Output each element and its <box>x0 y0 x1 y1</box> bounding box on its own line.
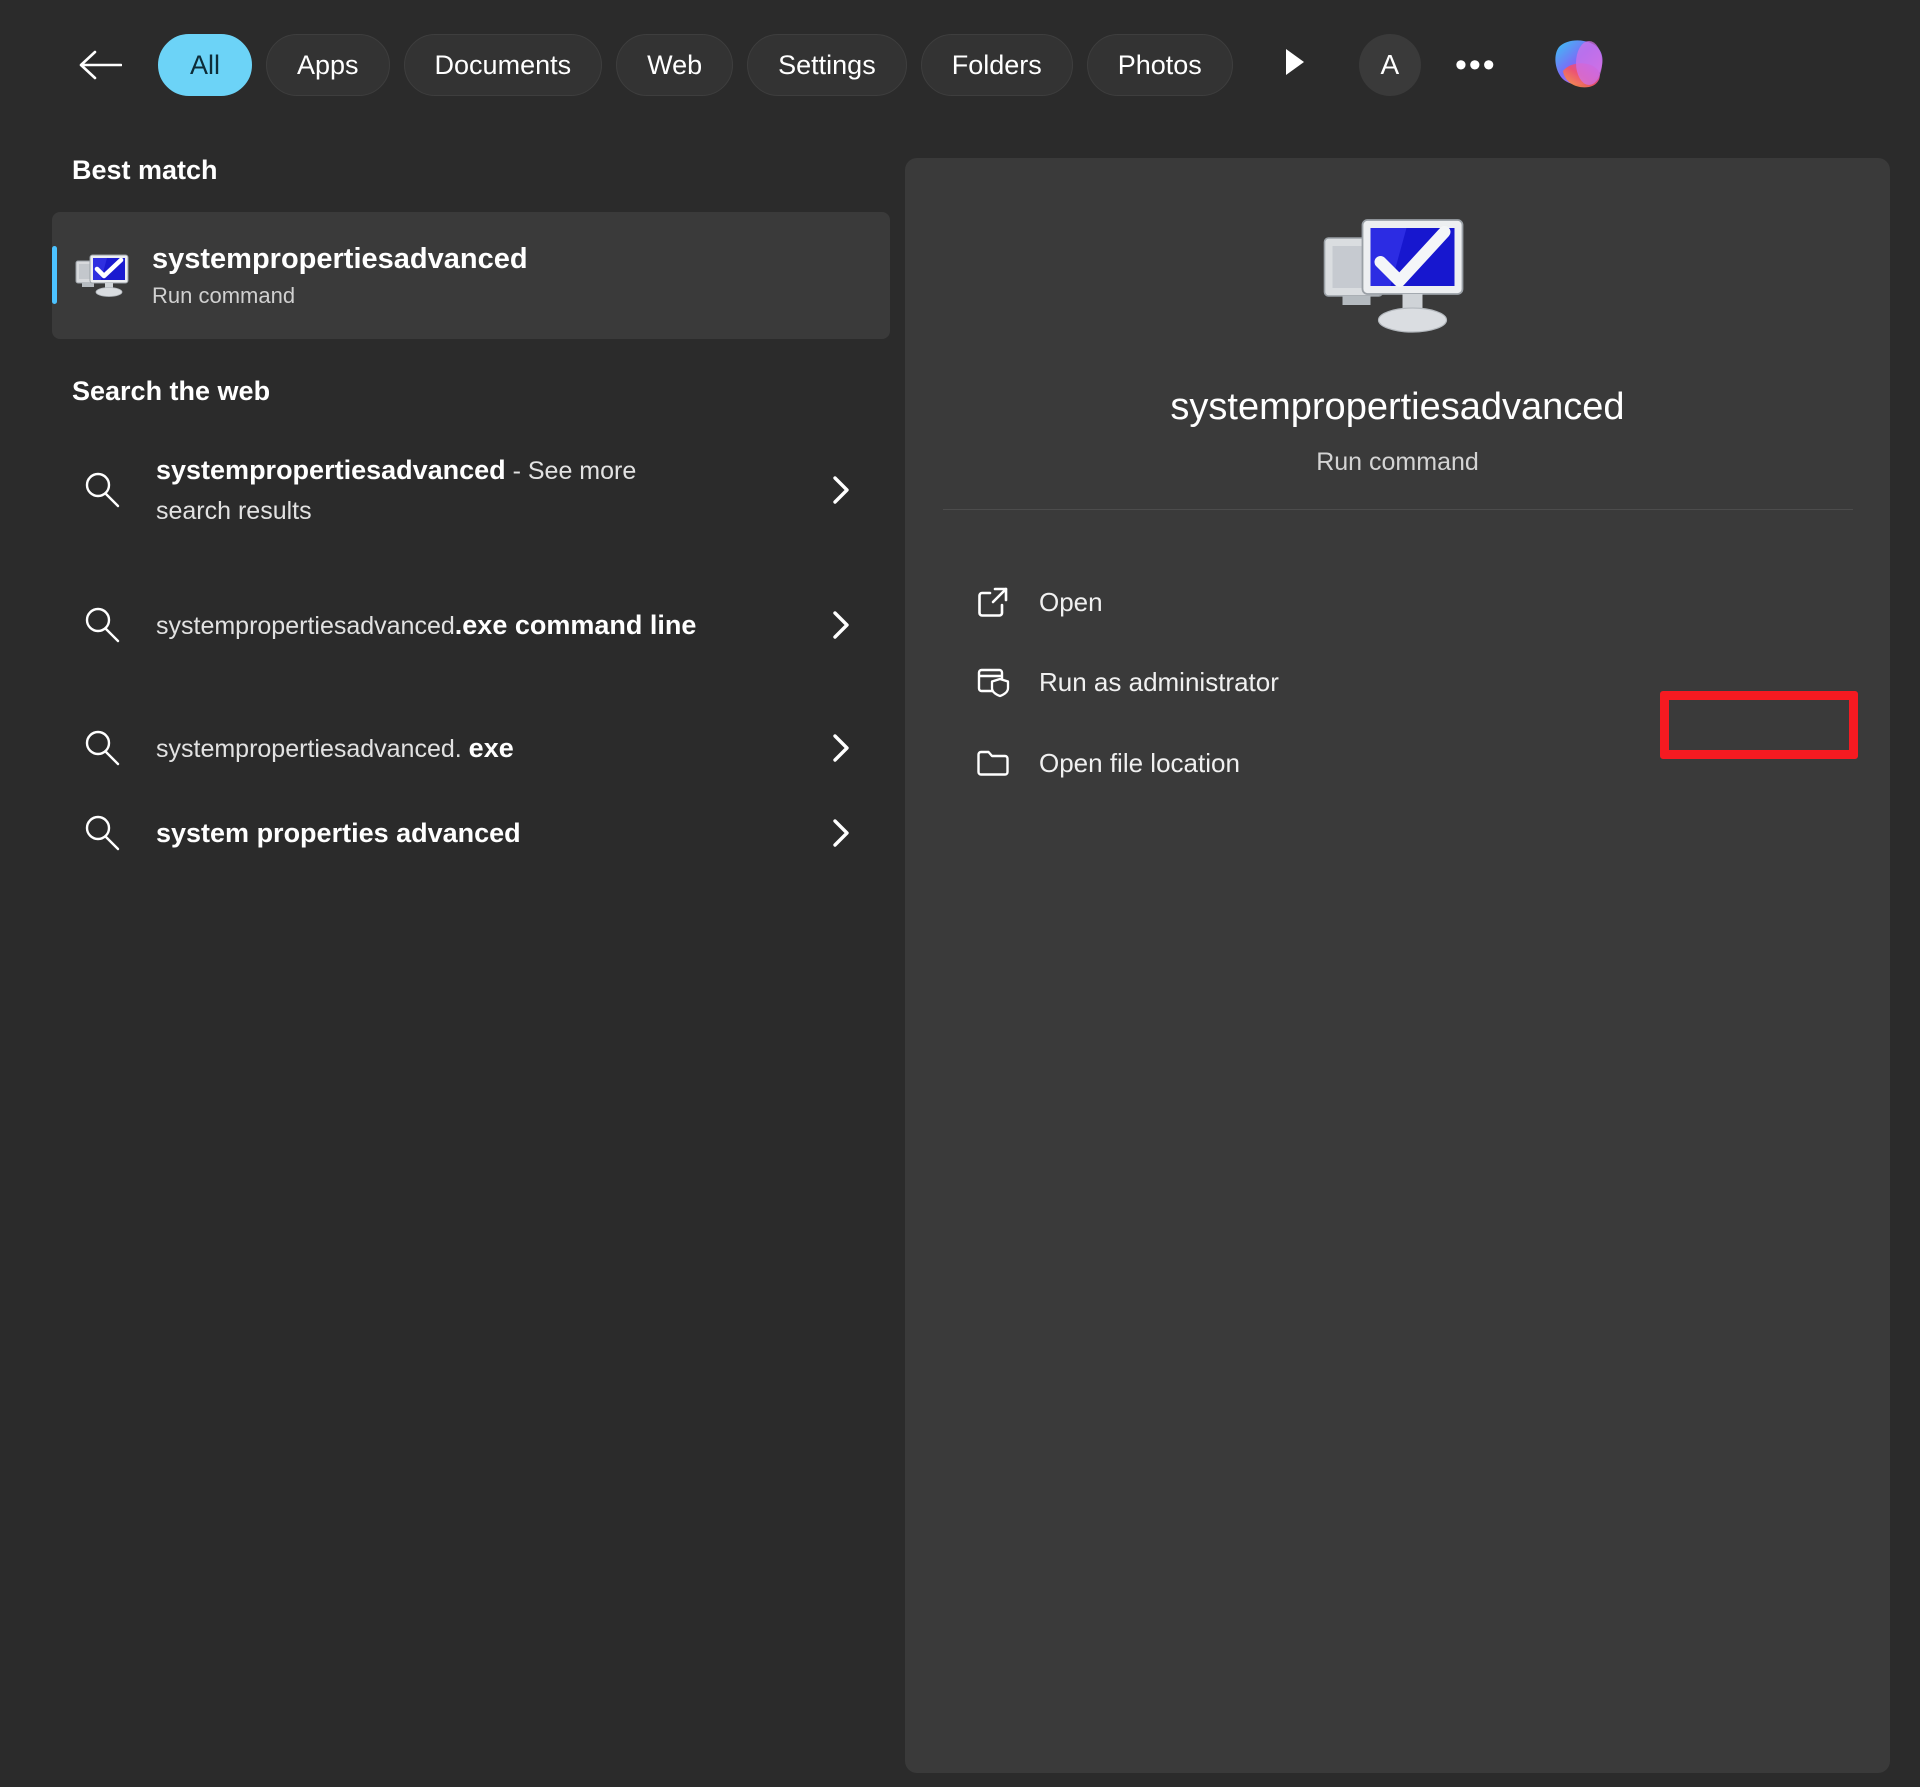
copilot-icon <box>1543 27 1615 104</box>
preview-subtitle: Run command <box>1316 448 1479 476</box>
web-result-label: systempropertiesadvanced - See more sear… <box>156 450 716 531</box>
overflow-menu-button[interactable]: ••• <box>1445 34 1507 96</box>
web-result-query: systempropertiesadvanced <box>156 454 506 485</box>
best-match-title: systempropertiesadvanced <box>152 243 528 276</box>
more-tabs-button[interactable] <box>1265 34 1325 96</box>
folder-icon <box>971 741 1015 785</box>
account-button[interactable]: A <box>1358 34 1421 96</box>
selection-indicator <box>52 246 57 304</box>
best-match-header: Best match <box>72 155 218 185</box>
search-window: All Apps Documents Web Settings Folders … <box>0 0 1920 1787</box>
web-result-query: systempropertiesadvanced. <box>156 734 469 763</box>
search-icon <box>78 601 126 649</box>
system-properties-icon <box>74 247 132 305</box>
chevron-right-icon[interactable] <box>828 611 854 639</box>
chevron-right-icon[interactable] <box>828 734 854 762</box>
back-arrow-icon <box>78 48 122 82</box>
results-column: Best match systempropertiesadvanced Run … <box>0 130 905 1787</box>
best-match-result[interactable]: systempropertiesadvanced Run command <box>52 212 890 339</box>
open-action[interactable]: Open <box>957 570 1577 634</box>
preview-title: systempropertiesadvanced <box>1170 386 1625 428</box>
open-file-location-action[interactable]: Open file location <box>957 731 1577 795</box>
tab-folders[interactable]: Folders <box>920 34 1073 96</box>
search-icon <box>78 466 126 514</box>
tab-list: All Apps Documents Web Settings Folders … <box>158 29 1615 101</box>
preview-divider <box>943 509 1853 510</box>
web-result-query: system properties advanced <box>156 817 521 848</box>
web-result-item[interactable]: systempropertiesadvanced - See more sear… <box>52 430 890 550</box>
play-triangle-icon <box>1283 47 1307 84</box>
tab-settings[interactable]: Settings <box>747 34 907 96</box>
web-result-suffix: exe <box>468 732 514 763</box>
shield-window-icon <box>971 660 1015 704</box>
copilot-button[interactable] <box>1543 29 1615 101</box>
search-the-web-header: Search the web <box>72 376 271 406</box>
external-link-icon <box>971 580 1015 624</box>
best-match-subtitle: Run command <box>152 282 296 308</box>
preview-pane: systempropertiesadvanced Run command Ope… <box>905 158 1890 1773</box>
run-as-administrator-action[interactable]: Run as administrator <box>957 650 1577 714</box>
open-file-location-label: Open file location <box>1039 747 1240 778</box>
web-result-item[interactable]: systempropertiesadvanced.exe command lin… <box>52 565 890 685</box>
tab-apps[interactable]: Apps <box>266 34 390 96</box>
run-as-administrator-label: Run as administrator <box>1039 666 1279 697</box>
tab-photos[interactable]: Photos <box>1086 34 1233 96</box>
system-properties-icon <box>1320 208 1475 343</box>
tab-all[interactable]: All <box>158 34 252 96</box>
search-icon <box>78 809 126 857</box>
best-match-text: systempropertiesadvanced Run command <box>152 242 528 309</box>
tab-documents[interactable]: Documents <box>403 34 603 96</box>
web-result-label: system properties advanced <box>156 813 521 854</box>
search-filter-tabbar: All Apps Documents Web Settings Folders … <box>0 0 1920 130</box>
web-result-label: systempropertiesadvanced.exe command lin… <box>156 605 696 646</box>
chevron-right-icon[interactable] <box>828 819 854 847</box>
web-result-suffix: .exe command line <box>454 609 697 640</box>
web-result-query: systempropertiesadvanced <box>156 611 455 640</box>
open-action-highlight <box>1660 691 1858 759</box>
back-button[interactable] <box>72 37 128 93</box>
web-result-label: systempropertiesadvanced. exe <box>156 728 514 769</box>
search-icon <box>78 724 126 772</box>
web-result-item[interactable]: system properties advanced <box>52 780 890 886</box>
tab-web[interactable]: Web <box>616 34 734 96</box>
chevron-right-icon[interactable] <box>828 476 854 504</box>
open-action-label: Open <box>1039 586 1103 617</box>
